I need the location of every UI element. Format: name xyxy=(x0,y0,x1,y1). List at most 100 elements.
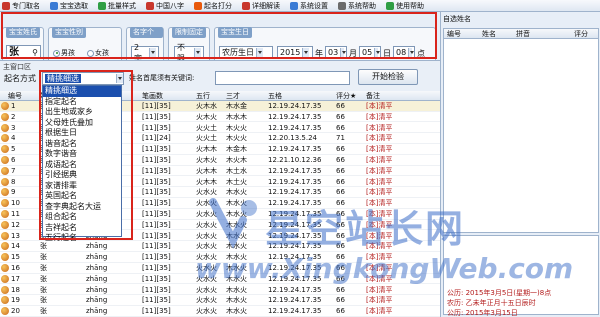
table-cell: zhāng xyxy=(86,307,108,316)
table-cell: [本]清平 xyxy=(366,253,393,262)
table-cell: 木水火 xyxy=(226,253,247,262)
highlight-box-dropdown xyxy=(39,70,133,240)
table-cell: 66 xyxy=(336,188,345,197)
table-cell: 66 xyxy=(336,231,345,240)
table-cell: [11][35] xyxy=(142,274,171,283)
toolbar-button[interactable]: 批量样式 xyxy=(98,0,136,12)
table-cell: 66 xyxy=(336,112,345,121)
app-window: 专门取名 宝宝选取 批量样式 中国八字 起名打分 详细解读 系统设置 系统帮助 使用帮助 宝宝姓… xyxy=(0,0,600,317)
table-cell: 木水金 xyxy=(226,102,247,110)
favorites-column-header[interactable]: 编号 xyxy=(447,29,461,39)
column-header[interactable]: 编号 xyxy=(8,91,22,101)
avatar-icon xyxy=(1,134,9,143)
table-cell: 66 xyxy=(336,307,345,316)
table-cell: 木水火 xyxy=(226,220,247,229)
column-header[interactable]: 笔画数 xyxy=(142,91,163,101)
table-cell: [11][35] xyxy=(142,210,171,218)
table-row[interactable]: 19 张 zhāng [11][35] 火水火 木水火 12.19.24.17.35 66 [本… xyxy=(0,295,440,306)
favorites-column-header[interactable]: 评分 xyxy=(574,29,588,39)
table-cell: [本]清平 xyxy=(366,123,393,132)
start-button[interactable]: 开始检验 xyxy=(358,69,418,85)
table-cell: [11][35] xyxy=(142,177,171,186)
table-cell: [本]清平 xyxy=(366,307,393,316)
favorites-column-header[interactable]: 姓名 xyxy=(482,29,496,39)
table-cell: 木水火 xyxy=(226,264,247,272)
table-row[interactable]: 20 张 zhāng [11][35] 火水火 木水火 12.19.24.17.35 66 [本… xyxy=(0,306,440,317)
table-cell: 66 xyxy=(336,199,345,208)
table-cell: [11][35] xyxy=(142,253,171,262)
main-title: 主窗口区 xyxy=(3,63,31,71)
table-cell: 66 xyxy=(336,166,345,175)
table-cell: 12.19.24.17.35 xyxy=(268,307,322,316)
table-cell: 火水火 xyxy=(196,264,217,272)
toolbar-button[interactable]: 系统帮助 xyxy=(338,0,376,12)
toolbar-button[interactable]: 系统设置 xyxy=(290,0,328,12)
table-cell: 木火火 xyxy=(226,134,247,143)
table-cell: 3 xyxy=(11,123,16,132)
table-cell: 木火火 xyxy=(226,123,247,132)
table-cell: [本]清平 xyxy=(366,156,393,164)
avatar-icon xyxy=(1,307,9,316)
method-label: 起名方式 xyxy=(4,74,36,83)
table-cell: [本]清平 xyxy=(366,112,393,121)
toolbar-button[interactable]: 中国八字 xyxy=(146,0,184,12)
table-cell: 12.19.24.17.35 xyxy=(268,253,322,262)
table-cell: 木水火 xyxy=(226,188,247,197)
keyword-label: 姓名首尾须有关键词: xyxy=(129,74,195,82)
toolbar-icon xyxy=(98,1,106,10)
table-cell: 5 xyxy=(11,145,16,154)
info-panel: 公历: 2015年3月5日(星期一)8点 农历: 乙未年正月十五日辰时 公历: … xyxy=(443,235,599,317)
table-row[interactable]: 18 张 zhāng [11][35] 火水火 木水火 12.19.24.17.35 66 [本… xyxy=(0,285,440,296)
toolbar-button[interactable]: 宝宝选取 xyxy=(50,0,88,12)
table-cell: [本]清平 xyxy=(366,134,393,143)
toolbar-button[interactable]: 专门取名 xyxy=(2,0,40,12)
column-header[interactable]: 五行 xyxy=(196,91,210,101)
toolbar-button[interactable]: 起名打分 xyxy=(194,0,232,12)
table-cell: 66 xyxy=(336,242,345,251)
table-cell: 12.19.24.17.35 xyxy=(268,102,322,110)
toolbar-label: 批量样式 xyxy=(108,1,136,10)
table-cell: 66 xyxy=(336,123,345,132)
column-header[interactable]: 五格 xyxy=(268,91,282,101)
table-cell: 12.19.24.17.35 xyxy=(268,285,322,294)
table-cell: 66 xyxy=(336,102,345,110)
table-cell: 66 xyxy=(336,264,345,272)
table-cell: zhāng xyxy=(86,264,108,272)
table-cell: 火木水 xyxy=(196,102,217,110)
table-row[interactable]: 17 张 zhāng [11][35] 火水火 木水火 12.19.24.17.35 66 [本… xyxy=(0,274,440,285)
table-cell: 12.19.24.17.35 xyxy=(268,166,322,175)
table-cell: 张 xyxy=(40,296,47,305)
column-header[interactable]: 三才 xyxy=(226,91,240,101)
favorites-column-header[interactable]: 拼音 xyxy=(516,29,530,39)
table-cell: [11][35] xyxy=(142,296,171,305)
table-cell: 4 xyxy=(11,134,16,143)
table-cell: [11][24] xyxy=(142,134,171,143)
table-cell: [11][35] xyxy=(142,220,171,229)
avatar-icon xyxy=(1,220,9,229)
table-cell: 火木木 xyxy=(196,145,217,154)
table-cell: [本]清平 xyxy=(366,264,393,272)
table-cell: 12.19.24.17.35 xyxy=(268,296,322,305)
info-line-2: 农历: 乙未年正月十五日辰时 xyxy=(447,299,536,307)
table-cell: zhāng xyxy=(86,296,108,305)
toolbar-label: 中国八字 xyxy=(156,1,184,10)
column-header[interactable]: 备注 xyxy=(366,91,380,101)
keyword-input[interactable] xyxy=(215,71,350,85)
table-cell: 木土火 xyxy=(226,177,247,186)
toolbar-icon xyxy=(50,1,58,10)
table-row[interactable]: 15 张 zhāng [11][35] 火水火 木水火 12.19.24.17.35 66 [本… xyxy=(0,252,440,263)
table-cell: 66 xyxy=(336,145,345,154)
toolbar-label: 宝宝选取 xyxy=(60,1,88,10)
table-cell: 木水火 xyxy=(226,210,247,218)
avatar-icon xyxy=(1,102,9,110)
table-cell: [11][35] xyxy=(142,102,171,110)
table-cell: 12.19.24.17.35 xyxy=(268,112,322,121)
table-cell: [11][35] xyxy=(142,264,171,272)
avatar-icon xyxy=(1,112,9,121)
toolbar-button[interactable]: 详细解读 xyxy=(242,0,280,12)
toolbar-button[interactable]: 使用帮助 xyxy=(386,0,424,12)
table-cell: zhāng xyxy=(86,274,108,283)
column-header[interactable]: 评分★ xyxy=(336,91,356,101)
table-cell: 火水火 xyxy=(196,188,217,197)
table-row[interactable]: 16 张 zhāng [11][35] 火水火 木水火 12.19.24.17.35 66 [本… xyxy=(0,263,440,274)
